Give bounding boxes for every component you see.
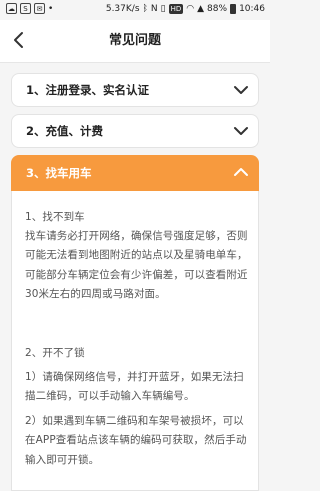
nav-bar: 常见问题: [0, 20, 270, 63]
faq-answer-panel: 1、找不到车 找车请务必打开网络，确保信号强度足够，否则可能无法看到地图附近的站…: [11, 191, 259, 491]
back-icon[interactable]: [8, 29, 30, 51]
status-bar: ☁ S ✉ • 5.37K/s ᛒ N ▯ HD ◠ ▲ 88% 10:46: [0, 0, 270, 20]
page-title: 常见问题: [108, 33, 161, 48]
answer-text: 2）如果遇到车辆二维码和车架号被损坏，可以在APP查看站点该车辆的编码可获取，然…: [25, 415, 247, 466]
vibrate-icon: ▯: [160, 4, 166, 14]
battery-percent: 88%: [207, 4, 228, 14]
section-label: 2、充值、计费: [26, 124, 104, 138]
nfc-icon: N: [150, 4, 158, 14]
chevron-down-icon: [234, 127, 248, 135]
faq-section-find-car[interactable]: 3、找车用车: [11, 155, 259, 191]
chevron-down-icon: [234, 86, 248, 94]
network-speed: 5.37K/s: [105, 4, 140, 14]
battery-icon: [230, 4, 237, 14]
hd-badge: HD: [168, 4, 184, 14]
bluetooth-icon: ᛒ: [142, 4, 148, 14]
faq-section-recharge[interactable]: 2、充值、计费: [11, 114, 259, 148]
chevron-up-icon: [234, 168, 248, 176]
answer-text: 1）请确保网络信号，并打开蓝牙，如果无法扫描二维码，可以手动输入车辆编号。: [25, 371, 244, 403]
signal-icon: ▲: [197, 4, 205, 14]
section-label: 3、找车用车: [26, 166, 92, 180]
wifi-icon: ◠: [186, 4, 195, 14]
answer-text: 找车请务必打开网络，确保信号强度足够，否则可能无法看到地图附近的站点以及星骑电单…: [25, 230, 248, 301]
clock: 10:46: [239, 4, 265, 14]
sim-icon: ✉: [34, 3, 45, 14]
more-icon: •: [48, 3, 54, 14]
sync-icon: S: [20, 3, 31, 14]
faq-section-register[interactable]: 1、注册登录、实名认证: [11, 73, 259, 107]
section-label: 1、注册登录、实名认证: [26, 83, 150, 97]
weather-icon: ☁: [6, 3, 17, 14]
answer-heading: 2、开不了锁: [25, 347, 85, 359]
answer-heading: 1、找不到车: [25, 211, 85, 223]
